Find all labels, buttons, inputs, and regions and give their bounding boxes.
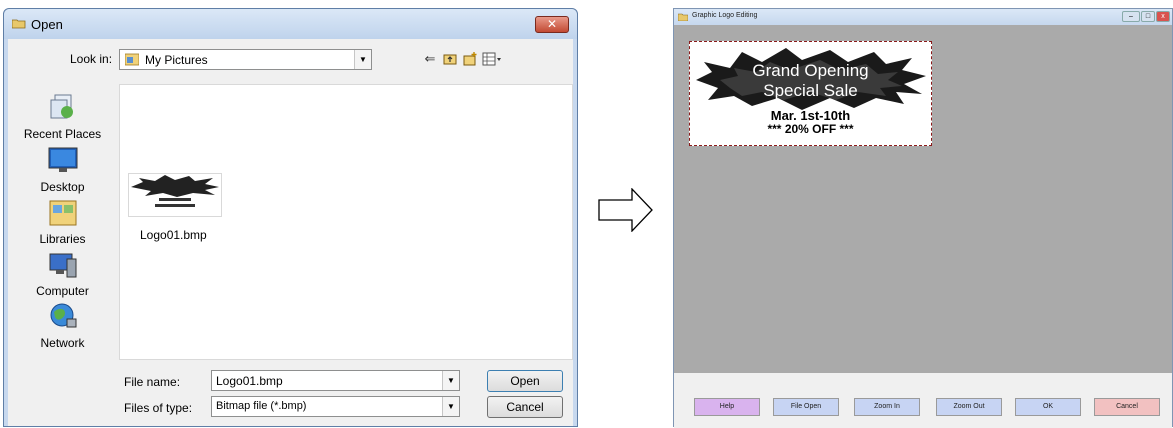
zoom-in-button-label: Zoom In	[874, 403, 900, 410]
back-arrow-icon[interactable]: ⇐	[422, 51, 438, 67]
app-icon	[678, 13, 688, 21]
open-button[interactable]: Open	[487, 370, 563, 392]
open-folder-icon	[12, 19, 26, 29]
up-folder-icon[interactable]	[442, 51, 458, 67]
dialog-title: Open	[31, 17, 63, 32]
logo-line-3: Mar. 1st-10th	[770, 108, 851, 123]
logo-line-4: *** 20% OFF ***	[767, 122, 854, 136]
file-name-value: Logo01.bmp	[216, 374, 283, 388]
file-type-label-text: Files of type:	[124, 401, 193, 415]
ok-button[interactable]: OK	[1015, 398, 1081, 416]
zoom-in-button[interactable]: Zoom In	[854, 398, 920, 416]
place-recent-places[interactable]: Recent Places	[8, 92, 117, 141]
new-folder-icon[interactable]	[462, 51, 478, 67]
view-menu-icon[interactable]	[482, 51, 502, 67]
place-label: Libraries	[39, 232, 86, 246]
window-title: Graphic Logo Editing	[692, 12, 758, 19]
open-dialog: Open ✕ Look in: My Pictures ▼ ⇐ Recent P…	[3, 8, 578, 427]
chevron-down-icon[interactable]: ▼	[442, 397, 459, 416]
file-name-label[interactable]: Logo01.bmp	[140, 228, 207, 242]
file-name-field[interactable]: Logo01.bmp ▼	[211, 370, 460, 391]
cancel-logo-button[interactable]: Cancel	[1094, 398, 1160, 416]
chevron-down-icon[interactable]: ▼	[354, 50, 371, 69]
look-in-dropdown[interactable]: My Pictures ▼	[119, 49, 372, 70]
dialog-title-bar: Open ✕	[4, 9, 577, 39]
logo-line-2: Special Sale	[763, 81, 858, 100]
maximize-icon[interactable]: □	[1141, 11, 1155, 22]
logo-thumbnail-image	[131, 175, 219, 207]
window-title-bar: Graphic Logo Editing – □ x	[674, 9, 1172, 25]
file-type-value: Bitmap file (*.bmp)	[216, 400, 307, 412]
chevron-down-icon[interactable]: ▼	[442, 371, 459, 390]
file-type-dropdown[interactable]: Bitmap file (*.bmp) ▼	[211, 396, 460, 417]
recent-places-icon	[50, 94, 73, 119]
minimize-icon[interactable]: –	[1122, 11, 1140, 22]
ok-button-label: OK	[1042, 403, 1054, 410]
place-libraries[interactable]: Libraries	[8, 197, 117, 246]
file-name-label-text: File name:	[124, 375, 181, 389]
cancel-logo-button-label: Cancel	[1116, 403, 1138, 410]
file-open-button[interactable]: File Open	[773, 398, 839, 416]
place-network[interactable]: Network	[8, 301, 117, 350]
cancel-button[interactable]: Cancel	[487, 396, 563, 418]
desktop-icon	[48, 147, 77, 172]
place-label: Computer	[36, 284, 89, 298]
look-in-label: Look in:	[70, 52, 113, 66]
file-open-button-label: File Open	[790, 403, 822, 410]
right-arrow-icon	[598, 188, 653, 232]
pictures-folder-icon	[125, 53, 139, 66]
place-label: Recent Places	[23, 127, 102, 141]
look-in-value: My Pictures	[145, 53, 208, 67]
close-icon[interactable]: x	[1156, 11, 1170, 22]
file-list[interactable]: Logo01.bmp	[119, 84, 573, 360]
places-bar: Recent Places Desktop Libraries Computer…	[8, 84, 117, 360]
dialog-body: Look in: My Pictures ▼ ⇐ Recent Places D…	[8, 39, 573, 426]
network-icon	[50, 303, 76, 328]
graphic-logo-editing-window: Graphic Logo Editing – □ x Grand Opening S…	[673, 8, 1173, 428]
place-label: Desktop	[40, 180, 85, 194]
button-bar: Help File Open Zoom In Zoom Out OK Cance…	[674, 373, 1172, 428]
computer-icon	[49, 253, 76, 278]
place-computer[interactable]: Computer	[8, 249, 117, 298]
window-controls: – □ x	[1121, 11, 1170, 25]
zoom-out-button[interactable]: Zoom Out	[936, 398, 1002, 416]
zoom-out-button-label: Zoom Out	[953, 403, 985, 410]
libraries-icon	[49, 200, 76, 226]
close-button[interactable]: ✕	[535, 16, 569, 33]
file-thumbnail[interactable]	[128, 173, 222, 217]
help-button-label: Help	[719, 403, 735, 410]
place-desktop[interactable]: Desktop	[8, 145, 117, 194]
logo-line-1: Grand Opening	[752, 61, 869, 80]
help-button[interactable]: Help	[694, 398, 760, 416]
logo-canvas[interactable]: Grand Opening Special Sale Mar. 1st-10th…	[689, 41, 932, 146]
place-label: Network	[40, 336, 85, 350]
